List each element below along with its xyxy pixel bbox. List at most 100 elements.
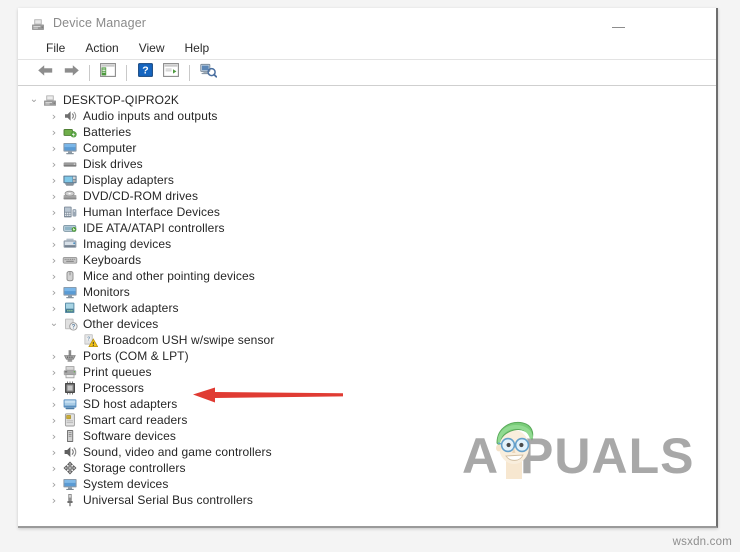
properties-icon bbox=[163, 63, 179, 82]
chevron-right-icon[interactable]: › bbox=[46, 444, 62, 460]
computer-root-icon bbox=[42, 92, 58, 108]
chevron-right-icon[interactable]: › bbox=[46, 380, 62, 396]
chevron-right-icon[interactable]: › bbox=[46, 252, 62, 268]
tree-node-system[interactable]: › System devices bbox=[18, 476, 716, 492]
separator-1 bbox=[89, 64, 90, 81]
menu-file[interactable]: File bbox=[36, 40, 75, 57]
port-icon bbox=[62, 348, 78, 364]
tree-node-ports[interactable]: › Ports (COM & LPT) bbox=[18, 348, 716, 364]
keyboard-icon bbox=[62, 252, 78, 268]
tree-node-storage[interactable]: › Storage controllers bbox=[18, 460, 716, 476]
properties-button[interactable] bbox=[158, 62, 184, 84]
menu-view[interactable]: View bbox=[129, 40, 175, 57]
tree-node-usb[interactable]: › Universal Serial Bus controllers bbox=[18, 492, 716, 508]
tree-node-computer[interactable]: › Computer bbox=[18, 140, 716, 156]
svg-text:?: ? bbox=[72, 325, 76, 331]
chevron-right-icon[interactable]: › bbox=[46, 124, 62, 140]
mouse-icon bbox=[62, 268, 78, 284]
unknown-device-icon: ? bbox=[62, 316, 78, 332]
tree-node-sd-host[interactable]: › SD host adapters bbox=[18, 396, 716, 412]
chevron-right-icon[interactable]: › bbox=[46, 396, 62, 412]
window-title: Device Manager bbox=[53, 16, 147, 30]
chevron-down-icon[interactable]: ⌄ bbox=[26, 92, 42, 108]
tree-node-smart-card[interactable]: › Smart card readers bbox=[18, 412, 716, 428]
tree-node-label: Keyboards bbox=[83, 253, 142, 267]
chevron-right-icon[interactable]: › bbox=[46, 364, 62, 380]
tree-node-network[interactable]: › Network adapters bbox=[18, 300, 716, 316]
tree-node-label: DVD/CD-ROM drives bbox=[83, 189, 199, 203]
page-background: Device Manager File Action View Help ? ⌄… bbox=[0, 0, 740, 552]
chevron-right-icon[interactable]: › bbox=[46, 492, 62, 508]
separator-3 bbox=[189, 64, 190, 81]
minimize-button[interactable] bbox=[606, 20, 634, 36]
tree-node-label: Universal Serial Bus controllers bbox=[83, 493, 253, 507]
tree-node-label: Storage controllers bbox=[83, 461, 186, 475]
device-tree[interactable]: ⌄ DESKTOP-QIPRO2K › Audio inputs and output… bbox=[18, 86, 716, 525]
device-manager-window: Device Manager File Action View Help ? ⌄… bbox=[18, 8, 718, 528]
chevron-right-icon[interactable]: › bbox=[46, 108, 62, 124]
tree-node-label: Sound, video and game controllers bbox=[83, 445, 272, 459]
chevron-right-icon[interactable]: › bbox=[46, 140, 62, 156]
chevron-right-icon[interactable]: › bbox=[46, 204, 62, 220]
tree-node-display[interactable]: › Display adapters bbox=[18, 172, 716, 188]
scan-hardware-icon bbox=[199, 63, 217, 83]
chevron-right-icon[interactable]: › bbox=[46, 156, 62, 172]
back-button[interactable] bbox=[32, 62, 58, 84]
tree-node-mice[interactable]: › Mice and other pointing devices bbox=[18, 268, 716, 284]
help-button[interactable]: ? bbox=[132, 62, 158, 84]
usb-icon bbox=[62, 492, 78, 508]
optical-drive-icon bbox=[62, 188, 78, 204]
monitor-icon bbox=[62, 284, 78, 300]
tree-node-label: Computer bbox=[83, 141, 137, 155]
tree-node-label: Audio inputs and outputs bbox=[83, 109, 218, 123]
tree-node-disk-drives[interactable]: › Disk drives bbox=[18, 156, 716, 172]
tree-node-keyboards[interactable]: › Keyboards bbox=[18, 252, 716, 268]
chevron-right-icon[interactable]: › bbox=[46, 172, 62, 188]
show-hide-console-tree-button[interactable] bbox=[95, 62, 121, 84]
processor-icon bbox=[62, 380, 78, 396]
chevron-right-icon[interactable]: › bbox=[46, 284, 62, 300]
chevron-right-icon[interactable]: › bbox=[46, 268, 62, 284]
tree-node-print-queues[interactable]: › Print queues bbox=[18, 364, 716, 380]
chevron-right-icon[interactable]: › bbox=[46, 428, 62, 444]
minimize-icon bbox=[612, 27, 625, 28]
chevron-down-icon[interactable]: ⌄ bbox=[46, 316, 62, 332]
chevron-right-icon[interactable]: › bbox=[46, 476, 62, 492]
chevron-right-icon[interactable]: › bbox=[46, 236, 62, 252]
tree-node-dvd[interactable]: › DVD/CD-ROM drives bbox=[18, 188, 716, 204]
sound-icon bbox=[62, 444, 78, 460]
forward-button[interactable] bbox=[58, 62, 84, 84]
tree-node-batteries[interactable]: › Batteries bbox=[18, 124, 716, 140]
imaging-device-icon bbox=[62, 236, 78, 252]
tree-node-desktop[interactable]: ⌄ DESKTOP-QIPRO2K bbox=[18, 92, 716, 108]
arrow-left-icon bbox=[37, 63, 54, 83]
speaker-icon bbox=[62, 108, 78, 124]
tree-node-label: Software devices bbox=[83, 429, 176, 443]
menu-help[interactable]: Help bbox=[175, 40, 220, 57]
window-controls bbox=[606, 20, 634, 36]
tree-node-monitors[interactable]: › Monitors bbox=[18, 284, 716, 300]
tree-node-other-devices[interactable]: ⌄? Other devices bbox=[18, 316, 716, 332]
menu-action[interactable]: Action bbox=[75, 40, 128, 57]
tree-node-imaging[interactable]: › Imaging devices bbox=[18, 236, 716, 252]
chevron-right-icon[interactable]: › bbox=[46, 188, 62, 204]
tree-node-hid[interactable]: › Human Interface Devices bbox=[18, 204, 716, 220]
chevron-right-icon[interactable]: › bbox=[46, 300, 62, 316]
tree-node-label: Processors bbox=[83, 381, 145, 395]
scan-hardware-button[interactable] bbox=[195, 62, 221, 84]
tree-node-ide[interactable]: › IDE ATA/ATAPI controllers bbox=[18, 220, 716, 236]
tree-node-label: System devices bbox=[83, 477, 169, 491]
tree-node-sound[interactable]: › Sound, video and game controllers bbox=[18, 444, 716, 460]
tree-node-audio[interactable]: › Audio inputs and outputs bbox=[18, 108, 716, 124]
device-manager-icon bbox=[30, 16, 46, 32]
chevron-right-icon[interactable]: › bbox=[46, 220, 62, 236]
chevron-right-icon[interactable]: › bbox=[46, 412, 62, 428]
window-titlebar: Device Manager bbox=[18, 8, 716, 38]
chevron-right-icon[interactable]: › bbox=[46, 348, 62, 364]
chevron-right-icon[interactable]: › bbox=[46, 460, 62, 476]
tree-node-processors[interactable]: › Processors bbox=[18, 380, 716, 396]
tree-node-label: Other devices bbox=[83, 317, 159, 331]
console-tree-icon bbox=[100, 63, 116, 82]
tree-node-software[interactable]: › Software devices bbox=[18, 428, 716, 444]
tree-node-broadcom-ush[interactable]: ? Broadcom USH w/swipe sensor bbox=[18, 332, 716, 348]
